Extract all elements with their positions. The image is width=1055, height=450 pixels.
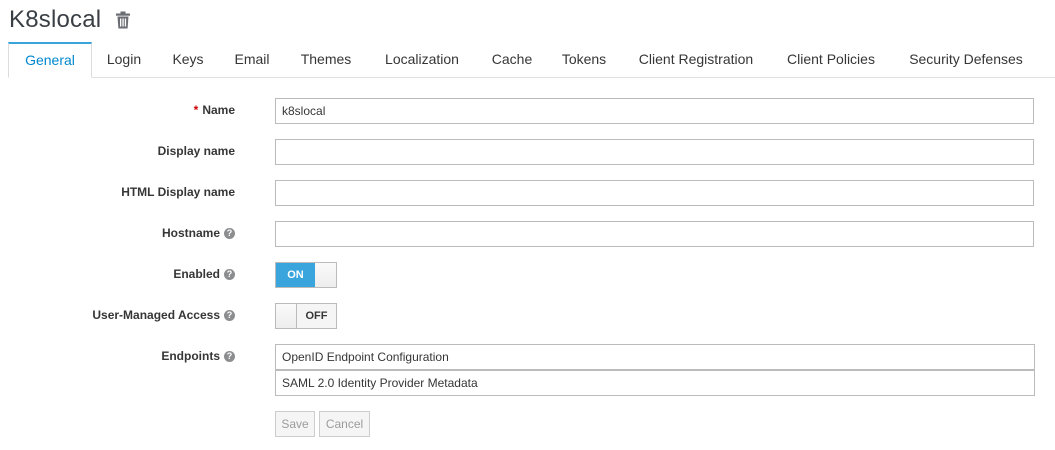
user-managed-access-label: User-Managed Access ? <box>92 308 235 322</box>
tab-cache[interactable]: Cache <box>484 42 540 77</box>
save-button[interactable]: Save <box>275 411 315 437</box>
realm-settings-tabs: General Login Keys Email Themes Localiza… <box>8 42 1055 78</box>
tab-login[interactable]: Login <box>98 42 150 77</box>
user-managed-access-toggle[interactable]: OFF <box>275 303 337 329</box>
tab-security-defenses[interactable]: Security Defenses <box>902 42 1030 77</box>
required-mark: * <box>193 103 199 117</box>
trash-icon[interactable] <box>115 10 133 30</box>
html-display-name-input[interactable] <box>275 180 1034 206</box>
tab-keys[interactable]: Keys <box>166 42 210 77</box>
tab-localization[interactable]: Localization <box>376 42 468 77</box>
user-managed-access-toggle-state: OFF <box>296 304 336 328</box>
name-input[interactable] <box>275 98 1034 124</box>
html-display-name-label: HTML Display name <box>121 185 235 199</box>
endpoint-openid-link[interactable]: OpenID Endpoint Configuration <box>275 344 1035 370</box>
enabled-toggle-state: ON <box>276 263 315 287</box>
tab-client-registration[interactable]: Client Registration <box>632 42 760 77</box>
tab-general[interactable]: General <box>8 42 92 78</box>
help-icon[interactable]: ? <box>224 309 235 321</box>
enabled-label: Enabled ? <box>173 267 235 281</box>
help-icon[interactable]: ? <box>224 268 235 280</box>
html-display-name-label-text: HTML Display name <box>121 185 235 199</box>
hostname-label-text: Hostname <box>161 226 220 240</box>
tab-client-policies[interactable]: Client Policies <box>780 42 882 77</box>
enabled-toggle[interactable]: ON <box>275 262 337 288</box>
toggle-knob <box>315 263 336 287</box>
cancel-button[interactable]: Cancel <box>319 411 370 437</box>
enabled-label-text: Enabled <box>173 267 220 281</box>
display-name-label-text: Display name <box>157 144 235 158</box>
tab-tokens[interactable]: Tokens <box>554 42 614 77</box>
endpoint-saml-link[interactable]: SAML 2.0 Identity Provider Metadata <box>275 370 1035 396</box>
hostname-input[interactable] <box>275 221 1034 247</box>
toggle-knob <box>276 304 296 328</box>
name-label: * Name <box>194 103 235 117</box>
help-icon[interactable]: ? <box>224 350 235 362</box>
endpoints-label: Endpoints ? <box>161 349 235 363</box>
name-label-text: Name <box>202 103 235 117</box>
tab-email[interactable]: Email <box>227 42 277 77</box>
tab-themes[interactable]: Themes <box>294 42 358 77</box>
help-icon[interactable]: ? <box>224 227 235 239</box>
display-name-label: Display name <box>158 144 235 158</box>
endpoints-label-text: Endpoints <box>161 349 220 363</box>
hostname-label: Hostname ? <box>162 226 235 240</box>
page-header: K8slocal <box>9 5 133 35</box>
user-managed-access-label-text: User-Managed Access <box>92 308 220 322</box>
page-title: K8slocal <box>9 6 102 33</box>
display-name-input[interactable] <box>275 139 1034 165</box>
